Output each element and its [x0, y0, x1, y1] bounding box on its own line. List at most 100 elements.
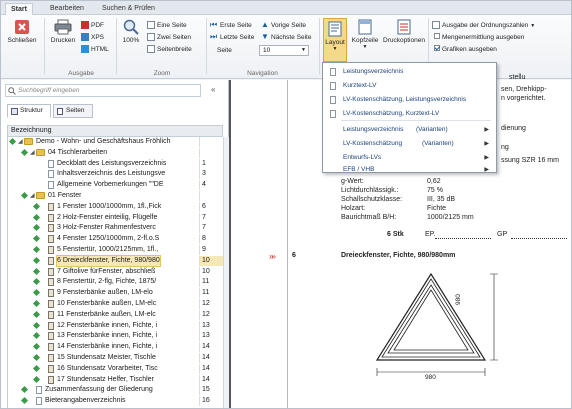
two-pages-button[interactable]: Zwei Seiten [147, 33, 191, 43]
pdf-button[interactable]: PDF [81, 21, 104, 31]
next-page-button[interactable]: ▼ Nächste Seite [261, 33, 311, 43]
position-icon [48, 300, 54, 308]
layout-menu-item[interactable]: Entwurfs-LVs ▶ [323, 152, 496, 164]
tree-row-page: 9 [199, 245, 223, 255]
chevron-right-icon: ▶ [484, 155, 489, 161]
search-input[interactable]: Suchbegriff eingeben [5, 84, 201, 97]
first-page-icon: ⏮ [210, 20, 218, 30]
tree-row[interactable]: 12 Fensterbänke innen, Fichte, i 13 [8, 320, 223, 331]
tab-suchen-pruefen[interactable]: Suchen & Prüfen [97, 3, 160, 15]
print-options-button[interactable]: Druckoptionen [382, 19, 426, 44]
tree-row-label: Demo - Wohn- und Geschäftshaus Fröhlich [36, 138, 171, 145]
layout-menu-item[interactable]: LV-Kostenschätzung, Leistungsverzeichnis [323, 94, 496, 106]
tree-row[interactable]: 6 Dreieckfenster, Fichte, 980/980 10 [8, 254, 223, 267]
position-icon [48, 202, 54, 211]
header-button[interactable]: Kopfzeile ▼ [350, 19, 380, 50]
status-diamond-icon [32, 267, 41, 275]
layout-menu-item[interactable]: Leistungsverzeichnis (Varianten) ▶ [323, 124, 496, 136]
page-number-field[interactable]: 10 ▼ [259, 45, 309, 56]
html-button[interactable]: HTML [81, 45, 109, 55]
print-button[interactable]: Drucken [47, 19, 79, 44]
tree-row[interactable]: ◢ Demo - Wohn- und Geschäftshaus Fröhlich [8, 137, 223, 147]
tab-bearbeiten[interactable]: Bearbeiten [45, 3, 89, 15]
tree-row[interactable]: Inhaltsverzeichnis des Leistungsve 3 [8, 169, 223, 180]
layout-menu-item[interactable]: LV-Kostenschätzung, Kurztext-LV [323, 108, 496, 120]
tree-row[interactable]: Allgemeine Vorbemerkungen ""DE 4 [8, 180, 223, 191]
page-width-button[interactable]: Seitenbreite [147, 45, 192, 55]
close-label: Schließen [7, 37, 37, 44]
checkbox-unchecked[interactable] [434, 33, 440, 40]
position-icon [48, 278, 54, 287]
tree-row[interactable]: 11 Fensterbänke außen, LM-elc 12 [8, 309, 223, 320]
tree-row[interactable]: 4 Fenster 1250/1000mm, 2-fl.o.S 8 [8, 234, 223, 245]
two-pages-icon [147, 33, 155, 42]
tree-row-page: 12 [199, 299, 223, 309]
layout-menu-item[interactable]: LV-Kostenschätzung (Varianten) ▶ [323, 138, 496, 150]
expand-arrow-icon[interactable]: ◢ [30, 148, 35, 158]
separator [116, 18, 117, 74]
tree-row[interactable]: 9 Fensterbänke außen, LM-elo 11 [8, 288, 223, 299]
tree-row[interactable]: 8 Fenstertür, 2-flg, Fichte, 1875/11 [8, 277, 223, 288]
expand-arrow-icon[interactable]: ◢ [18, 137, 23, 147]
layout-menu-item[interactable]: Kurztext-LV [323, 80, 496, 92]
collapse-panel-icon[interactable]: « [211, 85, 215, 94]
tree-row[interactable]: 14 Fensterbänke innen, Fichte, i 14 [8, 342, 223, 353]
tree-row-label: Deckblatt des Leistungsverzeichnis [57, 159, 167, 167]
tree-row[interactable]: 10 Fensterbänke außen, LM-elc 12 [8, 299, 223, 309]
position-icon [48, 343, 54, 352]
column-header-bezeichnung[interactable]: Bezeichnung [7, 125, 223, 137]
first-page-button[interactable]: ⏮ Erste Seite [210, 21, 252, 31]
layout-menu-item[interactable]: EFB / VHB ▶ [323, 164, 496, 176]
tree-row[interactable]: Zusammenfassung der Gliederung 15 [8, 385, 223, 396]
layout-button[interactable]: Layout ▼ [323, 18, 347, 62]
one-page-button[interactable]: Eine Seite [147, 21, 187, 31]
ordinal-output-dropdown[interactable]: Ausgabe der Ordnungszahlen ▼ [432, 21, 535, 31]
position-icon [48, 246, 54, 254]
group-ausgabe-label: Ausgabe [68, 70, 94, 77]
tree-row[interactable]: 5 Fenstertür, 1000/2125mm, 1fl., 9 [8, 245, 223, 255]
layout-menu-item[interactable]: Leistungsverzeichnis [323, 66, 496, 78]
status-diamond-icon [20, 386, 29, 394]
tree-row[interactable]: ◢ 01 Fenster [8, 191, 223, 201]
tree-row[interactable]: Deckblatt des Leistungsverzeichnis 1 [8, 158, 223, 169]
tree-row[interactable]: 3 Holz-Fenster Rahmenfestverc 7 [8, 223, 223, 234]
expand-arrow-icon[interactable]: ◢ [30, 191, 35, 201]
tree-row[interactable]: 13 Fensterbänke innen, Fichte, i 13 [8, 331, 223, 342]
page-width-label: Seitenbreite [157, 46, 192, 53]
xps-button[interactable]: XPS [81, 33, 104, 43]
tree-row[interactable]: 1 Fenster 1000/1000mm, 1fl.,Fick 6 [8, 201, 223, 212]
position-icon [48, 310, 54, 319]
xps-label: XPS [91, 34, 105, 41]
tree-row[interactable]: 7 Giftolive fürFenster, abschließ 10 [8, 266, 223, 277]
chevron-down-icon: ▼ [530, 23, 536, 29]
tree-row[interactable]: Bieterangabenverzeichnis 16 [8, 396, 223, 407]
page-left-border [229, 80, 231, 408]
tree-row-page: 15 [199, 385, 223, 396]
sound-class-value: III, 35 dB [427, 196, 456, 203]
tab-struktur[interactable]: Struktur [7, 104, 51, 118]
checkbox-checked[interactable] [434, 45, 440, 52]
last-page-button[interactable]: ⏭ Letzte Seite [210, 33, 254, 43]
tree-row-label: 6 Dreieckfenster, Fichte, 980/980 [56, 254, 161, 267]
zoom-value: 100% [122, 37, 140, 44]
tab-start[interactable]: Start [5, 3, 33, 15]
tree-row-label: 5 Fenstertür, 1000/2125mm, 1fl., [57, 246, 159, 253]
tree-row[interactable]: 2 Holz-Fenster einteilig, Flügelfe 7 [8, 212, 223, 223]
tab-seiten[interactable]: Seiten [53, 104, 93, 118]
tree-row[interactable]: 15 Stundensatz Meister, Tischle 14 [8, 353, 223, 363]
tree-row-page: 14 [199, 363, 223, 374]
quantity-output-checkbox[interactable]: Mengenermittlung ausgeben [434, 33, 524, 43]
graphics-output-checkbox[interactable]: Grafiken ausgeben [434, 45, 497, 55]
tree-row[interactable]: ◢ 04 Tischlerarbeiten [8, 147, 223, 158]
tree-row[interactable]: 16 Stundensatz Vorarbeiter, Tisc 14 [8, 363, 223, 374]
two-pages-label: Zwei Seiten [157, 34, 191, 41]
close-button[interactable]: Schließen [5, 19, 39, 44]
document-icon [36, 397, 42, 406]
status-diamond-icon [32, 245, 41, 254]
tree-row-page: 16 [199, 396, 223, 407]
tree-row-page: 12 [199, 309, 223, 320]
zoom-button[interactable]: 100% [119, 19, 143, 44]
previous-page-button[interactable]: ▲ Vorige Seite [261, 21, 306, 31]
position-icon [48, 224, 54, 233]
tree-row[interactable]: 17 Stundensatz Helfer, Tischler 14 [8, 374, 223, 385]
